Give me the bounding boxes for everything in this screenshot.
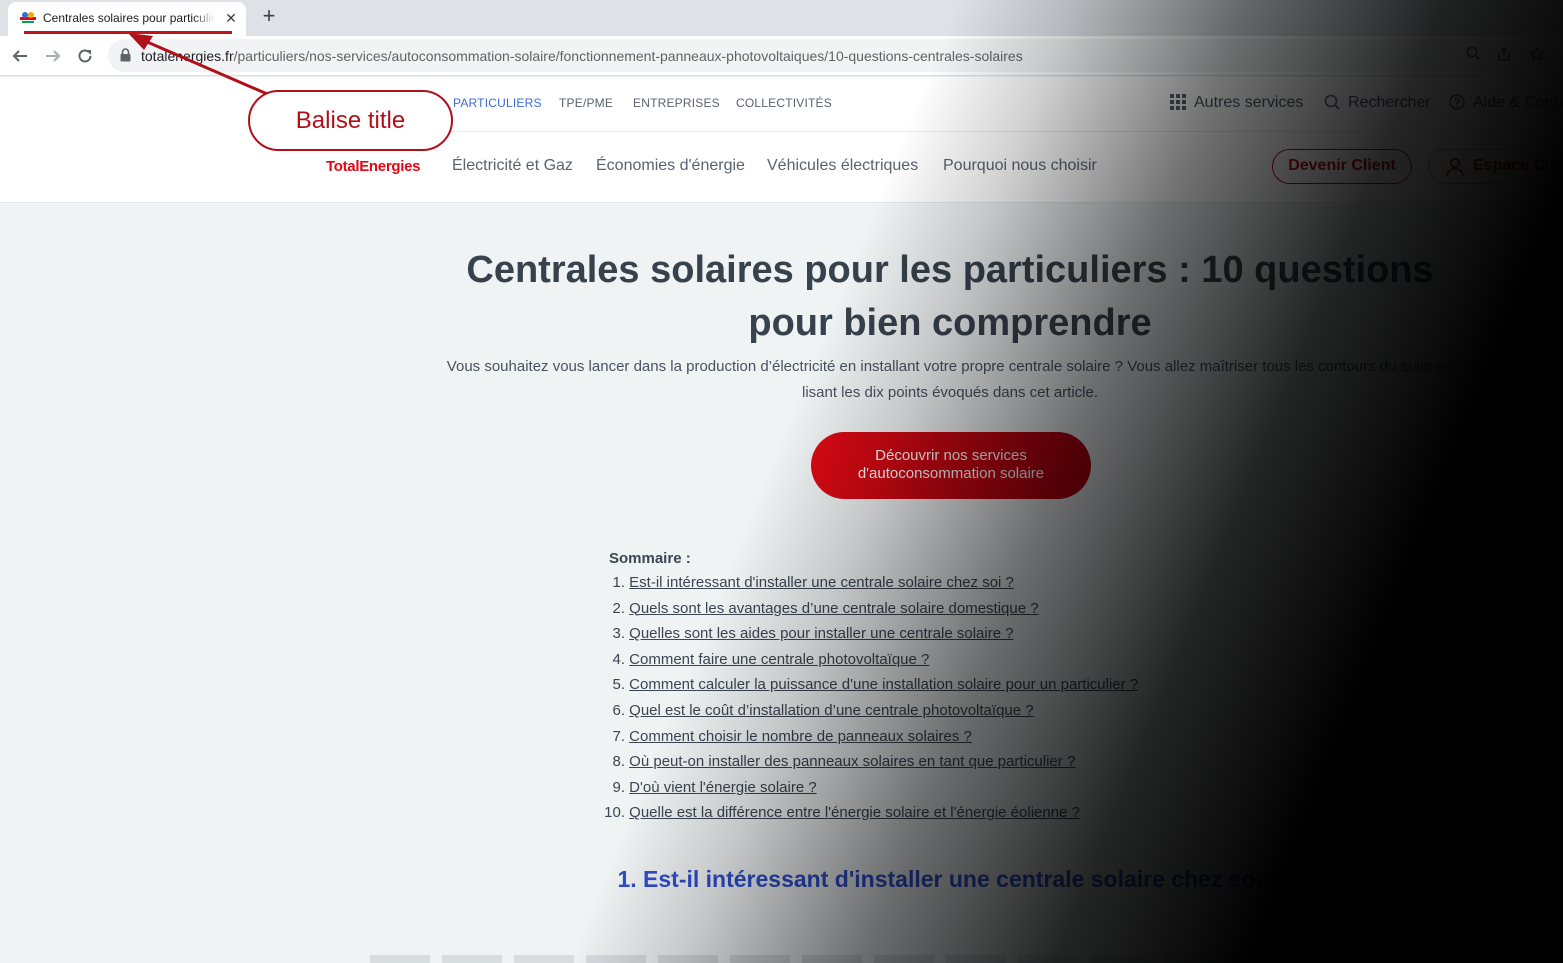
toc-link[interactable]: Comment faire une centrale photovoltaïqu… [629, 651, 929, 668]
tab-title: Centrales solaires pour particuliers : 1… [43, 11, 215, 25]
rechercher-label: Rechercher [1348, 94, 1431, 111]
list-item: 3. Quelles sont les aides pour installer… [596, 621, 1216, 647]
devenir-client-button[interactable]: Devenir Client [1272, 149, 1412, 184]
toc-number: 8. [612, 753, 625, 771]
toc-number: 5. [612, 676, 625, 694]
espace-client-label: Espace Client [1473, 157, 1563, 174]
back-icon[interactable] [6, 42, 34, 70]
list-item: 4. Comment faire une centrale photovolta… [596, 647, 1216, 673]
toc-link[interactable]: Comment calculer la puissance d'une inst… [629, 676, 1138, 693]
autres-services-link[interactable]: Autres services [1170, 94, 1303, 112]
toc-link[interactable]: Est-il intéressant d'installer une centr… [629, 574, 1014, 591]
toc-number: 9. [612, 778, 625, 796]
active-tab[interactable]: Centrales solaires pour particuliers : 1… [8, 2, 246, 36]
autres-services-label: Autres services [1194, 94, 1304, 111]
toc-number: 7. [612, 727, 625, 745]
list-item: 2. Quels sont les avantages d’une centra… [596, 596, 1216, 622]
cut-off-text-line [370, 955, 1270, 963]
summary-title: Sommaire : [609, 550, 691, 567]
toc-number: 2. [612, 599, 625, 617]
segment-entreprises[interactable]: ENTREPRISES [633, 96, 720, 110]
list-item: 1. Est-il intéressant d'installer une ce… [596, 570, 1216, 596]
share-icon[interactable] [1494, 46, 1514, 66]
toc-number: 10. [604, 804, 625, 822]
nav-electricite-gaz[interactable]: Électricité et Gaz [452, 157, 573, 175]
toc-link[interactable]: Comment choisir le nombre de panneaux so… [629, 728, 972, 745]
forward-icon[interactable] [39, 42, 67, 70]
segment-tpe-pme[interactable]: TPE/PME [559, 96, 613, 110]
brand-logo[interactable]: TotalEnergies [326, 158, 420, 175]
totalenergies-favicon-icon [20, 12, 36, 23]
segment-particuliers[interactable]: PARTICULIERS [453, 96, 542, 110]
lock-icon [120, 48, 131, 62]
browser-toolbar: totalenergies.fr/particuliers/nos-servic… [0, 36, 1563, 76]
plus-icon[interactable]: + [256, 4, 282, 30]
section-heading: 1. Est-il intéressant d'installer une ce… [617, 866, 1283, 892]
url-domain: totalenergies.fr [141, 48, 234, 64]
toc-number: 6. [612, 701, 625, 719]
address-bar[interactable]: totalenergies.fr/particuliers/nos-servic… [108, 39, 1556, 72]
aide-contact-link[interactable]: Aide & Contact [1449, 94, 1563, 112]
summary: Sommaire : 1. Est-il intéressant d'insta… [596, 548, 1216, 826]
toc-link[interactable]: Quelle est la différence entre l'énergie… [629, 804, 1080, 821]
nav-vehicules-electriques[interactable]: Véhicules électriques [767, 157, 918, 175]
aide-contact-label: Aide & Contact [1473, 94, 1563, 111]
page-title: Centrales solaires pour les particuliers… [466, 249, 1434, 344]
grid-icon [1170, 94, 1186, 110]
star-icon[interactable] [1527, 45, 1547, 66]
list-item: 9. D'où vient l'énergie solaire ? [596, 775, 1216, 801]
search-icon [1324, 94, 1340, 110]
help-icon [1449, 94, 1465, 110]
toc-link[interactable]: Quels sont les avantages d’une centrale … [629, 600, 1038, 617]
espace-client-button[interactable]: Espace Client [1428, 149, 1563, 184]
close-icon[interactable]: ✕ [222, 9, 240, 27]
list-item: 10. Quelle est la différence entre l'éne… [596, 800, 1216, 826]
url-path: /particuliers/nos-services/autoconsommat… [233, 48, 1023, 64]
header-divider [296, 131, 1563, 132]
cta-line-1: Découvrir nos services [875, 447, 1027, 464]
cta-line-2: d'autoconsommation solaire [857, 465, 1045, 482]
cta-autoconsommation-button[interactable]: Découvrir nos services d'autoconsommatio… [811, 432, 1091, 499]
toc-number: 4. [612, 650, 625, 668]
toc-link[interactable]: Quelles sont les aides pour installer un… [629, 625, 1013, 642]
intro-paragraph: Vous souhaitez vous lancer dans la produ… [446, 358, 1454, 401]
rechercher-link[interactable]: Rechercher [1324, 94, 1431, 112]
url-text: totalenergies.fr/particuliers/nos-servic… [141, 48, 1023, 64]
segment-collectivites[interactable]: COLLECTIVITÉS [736, 96, 832, 110]
annotation-bubble: Balise title [248, 90, 453, 151]
toc-link[interactable]: Où peut-on installer des panneaux solair… [629, 753, 1075, 770]
toc-link[interactable]: Quel est le coût d’installation d’une ce… [629, 702, 1033, 719]
list-item: 8. Où peut-on installer des panneaux sol… [596, 749, 1216, 775]
toc-number: 3. [612, 625, 625, 643]
reload-icon[interactable] [71, 42, 99, 70]
toc-number: 1. [612, 574, 625, 591]
list-item: 5. Comment calculer la puissance d'une i… [596, 672, 1216, 698]
user-icon [1446, 157, 1464, 177]
nav-economies-energie[interactable]: Économies d'énergie [596, 157, 745, 175]
nav-pourquoi-nous-choisir[interactable]: Pourquoi nous choisir [943, 157, 1097, 175]
tab-strip: Centrales solaires pour particuliers : 1… [0, 0, 1563, 36]
site-header: PARTICULIERS TPE/PME ENTREPRISES COLLECT… [0, 77, 1563, 203]
tab-title-underline [24, 31, 232, 34]
list-item: 7. Comment choisir le nombre de panneaux… [596, 724, 1216, 750]
list-item: 6. Quel est le coût d’installation d’une… [596, 698, 1216, 724]
toc-link[interactable]: D'où vient l'énergie solaire ? [629, 779, 817, 796]
zoom-icon[interactable] [1463, 46, 1483, 66]
